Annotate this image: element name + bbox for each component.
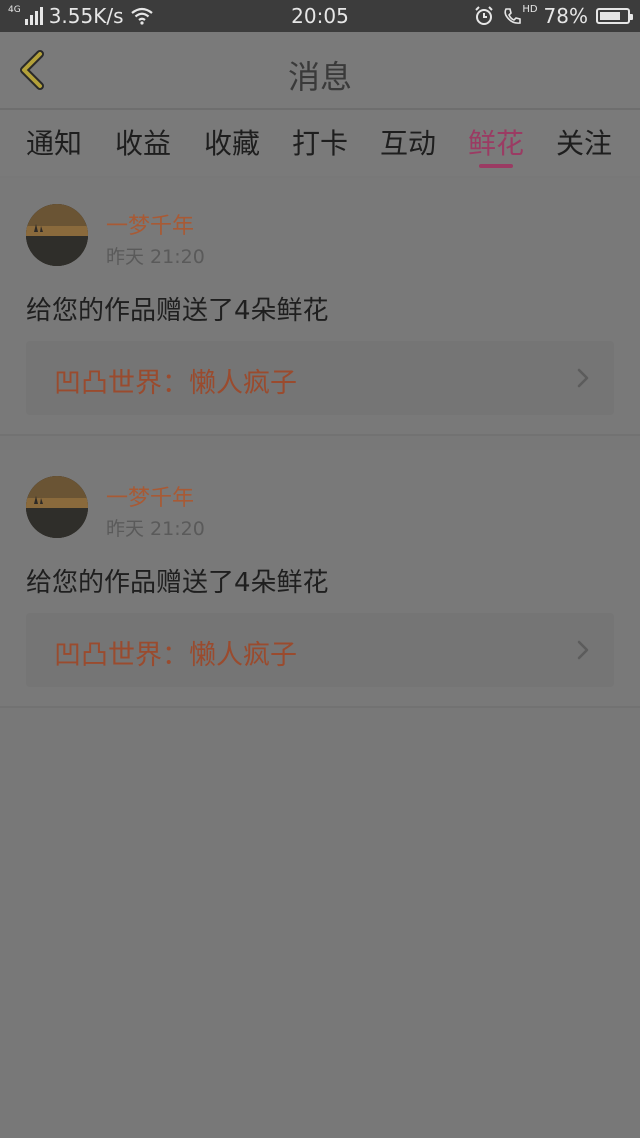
tab-interactions[interactable]: 互动 [373,122,443,162]
page-title: 消息 [287,58,352,96]
notification-card: 一梦千年 昨天 21:20 给您的作品赠送了4朵鲜花 凹凸世界：懒人疯子 [0,450,640,708]
chevron-right-icon [577,640,589,660]
notification-card: 一梦千年 昨天 21:20 给您的作品赠送了4朵鲜花 凹凸世界：懒人疯子 [0,178,640,436]
tab-bar: 通知 收益 收藏 打卡 互动 鲜花 关注 [0,110,640,176]
notification-message: 给您的作品赠送了4朵鲜花 [26,568,329,598]
tab-earnings[interactable]: 收益 [108,122,178,162]
battery-percent: 78% [543,4,588,28]
avatar[interactable] [26,204,88,266]
battery-fill [600,12,620,20]
username[interactable]: 一梦千年 [106,480,194,512]
work-link-label: 凹凸世界：懒人疯子 [54,640,297,671]
notification-message: 给您的作品赠送了4朵鲜花 [26,296,329,326]
work-link-label: 凹凸世界：懒人疯子 [54,368,297,399]
avatar-image [26,204,88,266]
hd-label: HD [522,4,538,15]
chevron-right-icon [577,368,589,388]
avatar-image [26,476,88,538]
tab-flowers[interactable]: 鲜花 [461,122,531,162]
tab-favorites[interactable]: 收藏 [197,122,267,162]
timestamp: 昨天 21:20 [106,246,205,268]
call-hd-icon: HD [502,4,538,26]
work-link[interactable]: 凹凸世界：懒人疯子 [26,613,614,687]
username[interactable]: 一梦千年 [106,208,194,240]
alarm-icon [475,6,494,25]
tab-checkin[interactable]: 打卡 [285,122,355,162]
battery-icon [596,8,633,24]
status-right: HD 78% [474,4,633,28]
active-tab-indicator [479,164,513,168]
work-link[interactable]: 凹凸世界：懒人疯子 [26,341,614,415]
status-bar: 4G 3.55K/s 20:05 HD 78% [0,0,640,32]
avatar[interactable] [26,476,88,538]
tab-notifications[interactable]: 通知 [19,122,89,162]
header-bar: 消息 [0,32,640,110]
tab-follows[interactable]: 关注 [549,122,619,162]
timestamp: 昨天 21:20 [106,518,205,540]
